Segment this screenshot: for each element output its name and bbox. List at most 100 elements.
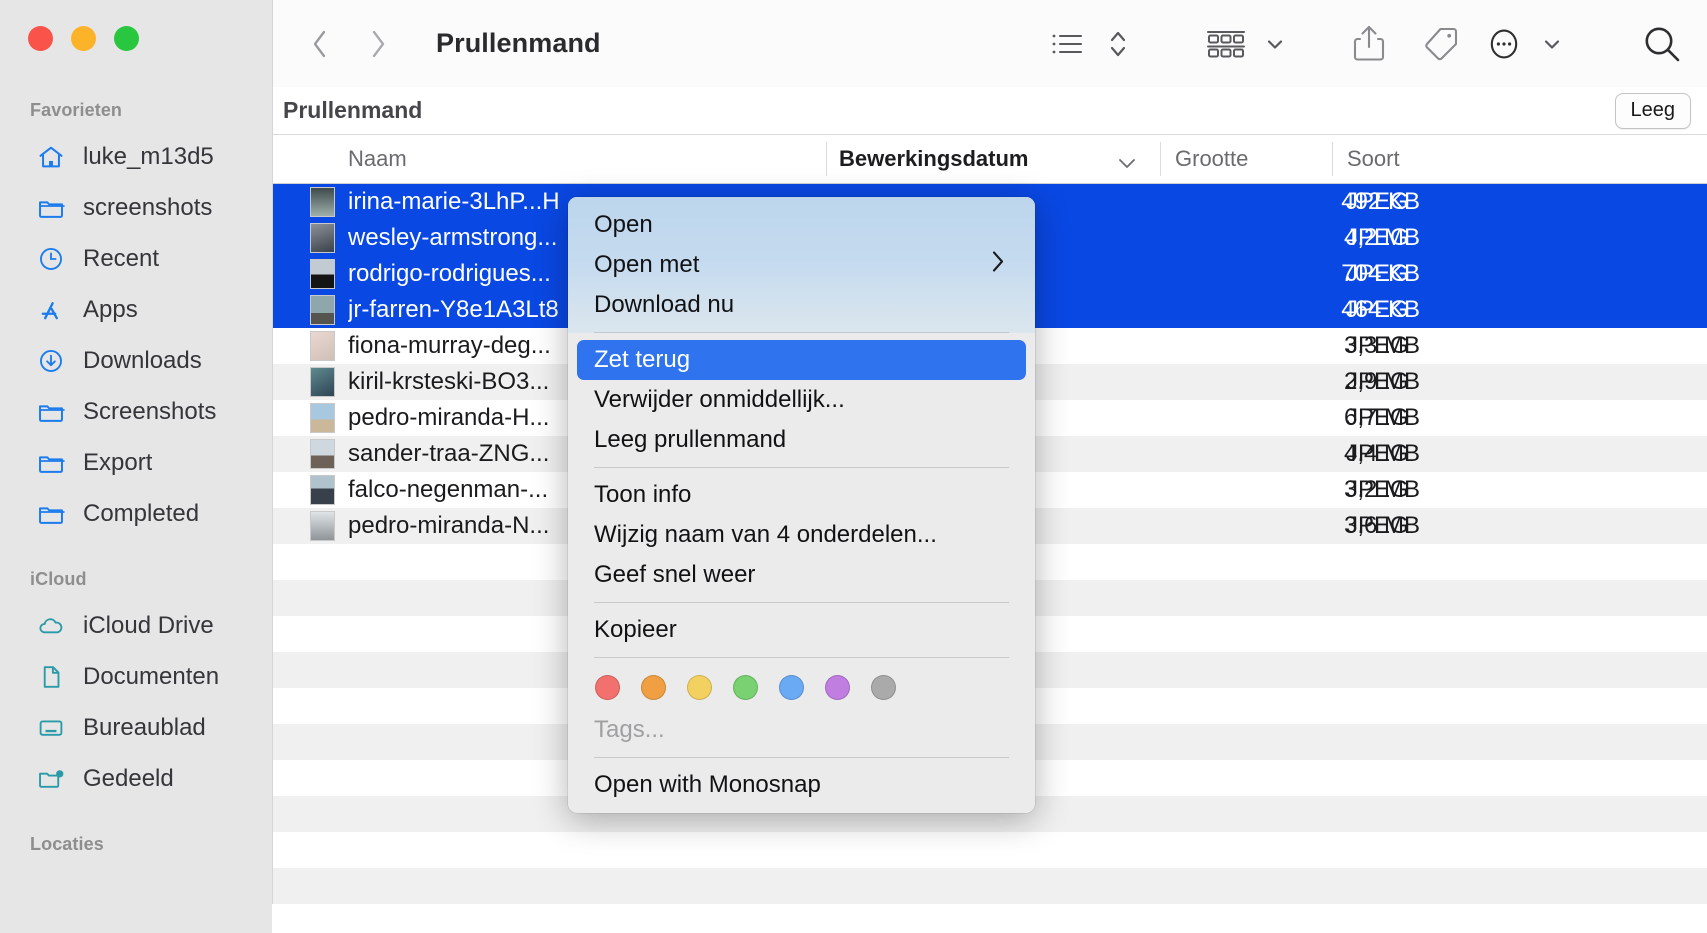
context-menu-item-label: Tags... (594, 716, 665, 743)
context-menu-item-wijzig-naam[interactable]: Wijzig naam van 4 onderdelen... (568, 515, 1035, 555)
document-icon (36, 662, 66, 692)
share-button[interactable] (1333, 16, 1405, 72)
file-name: falco-negenman-... (348, 476, 549, 503)
download-circle-icon (36, 346, 66, 376)
sidebar-item-downloads[interactable]: Downloads (8, 335, 262, 386)
column-header-kind[interactable]: Soort (1332, 142, 1400, 176)
tag-color-gray[interactable] (871, 675, 896, 700)
column-header-date[interactable]: Bewerkingsdatum (826, 142, 1160, 176)
context-menu-item-label: Geef snel weer (594, 561, 756, 588)
group-by-chevron-icon[interactable] (1255, 16, 1295, 72)
file-kind: JPEG (1346, 440, 1409, 467)
path-bar: Prullenmand Leeg (272, 87, 1707, 135)
context-menu-item-toon-info[interactable]: Toon info (568, 475, 1035, 515)
folder-icon (36, 448, 66, 478)
sidebar-item-label: Bureaublad (83, 713, 206, 741)
file-name: pedro-miranda-N... (348, 512, 550, 539)
window-traffic-lights (28, 26, 139, 51)
sidebar-item-gedeeld[interactable]: Gedeeld (8, 753, 262, 804)
context-menu-item-open-met[interactable]: Open met (568, 245, 1035, 285)
file-kind: JPEG (1346, 224, 1409, 251)
context-menu-item-zet-terug[interactable]: Zet terug (577, 340, 1026, 380)
list-view-button[interactable] (1039, 16, 1097, 72)
sidebar-item-screenshots-lower[interactable]: screenshots (8, 182, 262, 233)
sidebar-item-label: Downloads (83, 346, 202, 374)
tag-color-orange[interactable] (641, 675, 666, 700)
file-thumbnail (310, 295, 335, 325)
context-menu-item-label: Leeg prullenmand (594, 426, 787, 453)
context-menu-item-kopieer[interactable]: Kopieer (568, 610, 1035, 650)
sidebar-item-home[interactable]: luke_m13d5 (8, 131, 262, 182)
sidebar-item-label: Apps (83, 295, 138, 323)
column-header-date-label: Bewerkingsdatum (839, 146, 1029, 171)
home-icon (36, 142, 66, 172)
context-menu-item-verwijder-onmiddellijk[interactable]: Verwijder onmiddellijk... (568, 380, 1035, 420)
forward-button[interactable] (364, 27, 392, 61)
table-row-empty (273, 832, 1707, 868)
file-name: pedro-miranda-H... (348, 404, 550, 431)
context-menu-separator (594, 602, 1009, 603)
file-kind: JPEG (1346, 296, 1409, 323)
tag-color-green[interactable] (733, 675, 758, 700)
sidebar-item-icloud-drive[interactable]: iCloud Drive (8, 600, 262, 651)
sidebar-item-bureaublad[interactable]: Bureaublad (8, 702, 262, 753)
sidebar-item-export[interactable]: Export (8, 437, 262, 488)
tag-color-yellow[interactable] (687, 675, 712, 700)
back-button[interactable] (306, 27, 334, 61)
file-name: irina-marie-3LhP...H (348, 188, 560, 215)
context-menu-item-download-nu[interactable]: Download nu (568, 285, 1035, 325)
tag-color-red[interactable] (595, 675, 620, 700)
context-menu-item-label: Open met (594, 251, 700, 278)
context-menu-item-open-with-monosnap[interactable]: Open with Monosnap (568, 765, 1035, 805)
sidebar-item-documenten[interactable]: Documenten (8, 651, 262, 702)
column-header-name[interactable]: Naam (348, 146, 407, 172)
close-button[interactable] (28, 26, 53, 51)
file-name: fiona-murray-deg... (348, 332, 551, 359)
sidebar-item-recent[interactable]: Recent (8, 233, 262, 284)
context-menu-item-leeg-prullenmand[interactable]: Leeg prullenmand (568, 420, 1035, 460)
context-menu-item-label: Verwijder onmiddellijk... (594, 386, 845, 413)
group-by-button[interactable] (1197, 16, 1255, 72)
file-name: jr-farren-Y8e1A3Lt8 (348, 296, 559, 323)
context-menu-item-label: Toon info (594, 481, 692, 508)
more-options-chevron-icon[interactable] (1531, 16, 1573, 72)
tag-button[interactable] (1405, 16, 1477, 72)
table-row-empty (273, 868, 1707, 904)
sort-order-button[interactable] (1097, 16, 1139, 72)
tag-color-blue[interactable] (779, 675, 804, 700)
file-thumbnail (310, 403, 335, 433)
sidebar-item-completed[interactable]: Completed (8, 488, 262, 539)
context-menu-item-label: Kopieer (594, 616, 677, 643)
empty-trash-button[interactable]: Leeg (1614, 92, 1691, 129)
folder-icon (36, 193, 66, 223)
more-options-button[interactable] (1477, 16, 1531, 72)
sidebar-item-label: Documenten (83, 662, 220, 690)
file-kind: JPEG (1346, 404, 1409, 431)
context-menu-item-open[interactable]: Open (568, 205, 1035, 245)
sidebar-scroll: Favorieten luke_m13d5 screenshots Recent… (0, 0, 272, 865)
context-menu-group-restore: Zet terug Verwijder onmiddellijk... Leeg… (568, 340, 1035, 460)
sidebar-item-screenshots[interactable]: Screenshots (8, 386, 262, 437)
file-kind: JPEG (1346, 188, 1409, 215)
file-kind: JPEG (1346, 368, 1409, 395)
sidebar-item-label: Screenshots (83, 397, 217, 425)
context-menu-item-geef-snel-weer[interactable]: Geef snel weer (568, 555, 1035, 595)
minimize-button[interactable] (71, 26, 96, 51)
context-menu-group-open: Open Open met Download nu (568, 197, 1035, 333)
clock-icon (36, 244, 66, 274)
search-button[interactable] (1617, 16, 1707, 72)
file-thumbnail (310, 259, 335, 289)
context-menu-item-tags[interactable]: Tags... (568, 710, 1035, 750)
chevron-down-icon (1116, 151, 1138, 177)
zoom-button[interactable] (114, 26, 139, 51)
tag-color-purple[interactable] (825, 675, 850, 700)
file-thumbnail (310, 475, 335, 505)
sidebar-item-label: iCloud Drive (83, 611, 214, 639)
file-thumbnail (310, 331, 335, 361)
column-header-size[interactable]: Grootte (1160, 142, 1332, 176)
file-name: rodrigo-rodrigues... (348, 260, 551, 287)
shared-folder-icon (36, 764, 66, 794)
sidebar-group-locaties: Locaties (30, 834, 104, 854)
sidebar-item-apps[interactable]: Apps (8, 284, 262, 335)
chevron-right-icon (989, 249, 1007, 282)
